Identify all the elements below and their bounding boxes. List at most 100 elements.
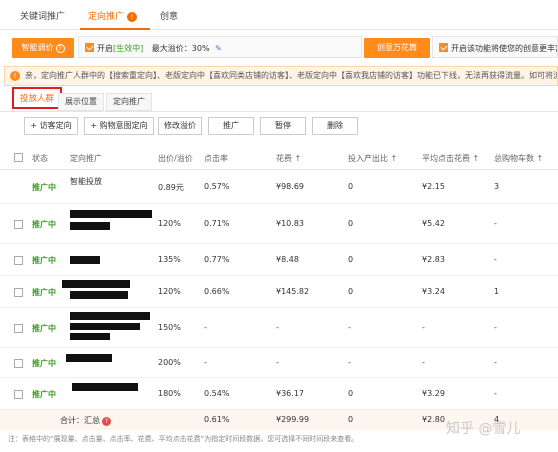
row-roi: -	[348, 323, 351, 332]
row-status: 推广中	[32, 220, 56, 229]
row-checkbox[interactable]	[14, 359, 23, 368]
row-cpc: ¥2.83	[422, 255, 445, 264]
row-status: 推广中	[32, 390, 56, 399]
row-bid[interactable]: 135%	[158, 255, 181, 264]
row-cart: -	[494, 219, 497, 228]
table-row: 推广中 150% - - - - -	[0, 308, 558, 348]
row-checkbox[interactable]	[14, 288, 23, 297]
subtab-audience[interactable]: 投放人群	[12, 87, 63, 109]
row-cpc: ¥3.24	[422, 287, 445, 296]
redacted-block	[70, 210, 152, 218]
row-checkbox[interactable]	[14, 324, 23, 333]
table-row: 推广中 120% 0.71% ¥10.83 0 ¥5.42 -	[0, 204, 558, 244]
redacted-block	[70, 333, 110, 340]
subtab-targeting[interactable]: 定向推广	[106, 93, 152, 111]
enable-checkbox[interactable]	[85, 43, 94, 52]
active-tab-underline	[80, 28, 150, 30]
header-cpc[interactable]: 平均点击花费 ↑	[422, 153, 479, 164]
row-ctr: 0.66%	[204, 287, 230, 296]
row-cost: -	[276, 358, 279, 367]
table-row: 推广中 智能投放 0.89元 0.57% ¥98.69 0 ¥2.15 3	[0, 170, 558, 204]
tab-keyword-promotion[interactable]: 关键词推广	[20, 9, 65, 22]
row-name[interactable]: 智能投放	[70, 176, 102, 187]
row-ctr: 0.71%	[204, 219, 230, 228]
header-cart[interactable]: 总购物车数 ↑	[494, 153, 543, 164]
subtab-placement[interactable]: 展示位置	[58, 93, 104, 111]
row-cpc: -	[422, 358, 425, 367]
watermark: 知乎 @雪儿	[446, 421, 521, 437]
add-intent-targeting-button[interactable]: + 购物意图定向	[84, 117, 154, 135]
row-cart: 3	[494, 182, 500, 191]
redacted-block	[70, 222, 110, 230]
row-ctr: -	[204, 358, 207, 367]
row-bid[interactable]: 200%	[158, 358, 181, 367]
table-header: 状态 定向推广 出价/溢价 点击率 花费 ↑ 投入产出比 ↑ 平均点击花费 ↑ …	[0, 146, 558, 170]
row-ctr: 0.54%	[204, 389, 230, 398]
add-visitor-targeting-button[interactable]: + 访客定向	[24, 117, 78, 135]
row-cost: ¥98.69	[276, 182, 304, 191]
pause-button[interactable]: 暂停	[260, 117, 306, 135]
row-bid[interactable]: 180%	[158, 389, 181, 398]
info-icon[interactable]: !	[127, 12, 138, 22]
row-ctr: 0.77%	[204, 255, 230, 264]
notice-banner: ! 亲，定向推广人群中的【搜索重定向】、老版定向中【喜欢同类店铺的访客】、老版定…	[4, 66, 558, 86]
row-checkbox[interactable]	[14, 256, 23, 265]
row-roi: -	[348, 358, 351, 367]
warning-icon: !	[10, 71, 20, 81]
row-roi: 0	[348, 219, 354, 228]
row-bid[interactable]: 150%	[158, 323, 181, 332]
delete-button[interactable]: 删除	[312, 117, 358, 135]
smart-price-panel: 开启[生效中] 最大溢价：30% ✎	[78, 36, 362, 58]
row-cpc: ¥5.42	[422, 219, 445, 228]
row-status: 推广中	[32, 324, 56, 333]
tab-targeted-promotion[interactable]: 定向推广!	[88, 9, 138, 22]
modify-premium-button[interactable]: 修改溢价	[158, 117, 202, 135]
row-roi: 0	[348, 255, 354, 264]
summary-ctr: 0.61%	[204, 415, 230, 424]
header-cost[interactable]: 花费 ↑	[276, 153, 301, 164]
row-status: 推广中	[32, 183, 56, 192]
row-cost: ¥36.17	[276, 389, 304, 398]
select-all-checkbox[interactable]	[14, 153, 23, 162]
smart-price-button[interactable]: 智能调价?	[12, 38, 74, 58]
row-bid[interactable]: 0.89元	[158, 182, 184, 193]
tab-creative[interactable]: 创意	[160, 9, 178, 22]
summary-label-text: 合计：汇总	[60, 416, 100, 425]
row-cpc: ¥3.29	[422, 389, 445, 398]
redacted-block	[72, 383, 138, 391]
row-bid[interactable]: 120%	[158, 219, 181, 228]
promote-button[interactable]: 推广	[208, 117, 254, 135]
row-ctr: 0.57%	[204, 182, 230, 191]
header-ctr[interactable]: 点击率	[204, 153, 228, 164]
header-roi[interactable]: 投入产出比 ↑	[348, 153, 397, 164]
row-cpc: -	[422, 323, 425, 332]
row-checkbox[interactable]	[14, 220, 23, 229]
edit-pencil-icon[interactable]: ✎	[215, 44, 222, 53]
summary-cpc: ¥2.80	[422, 415, 445, 424]
row-status: 推广中	[32, 288, 56, 297]
table-row: 推广中 120% 0.66% ¥145.82 0 ¥3.24 1	[0, 276, 558, 308]
creative-panel: 开启该功能将使您的创意更丰富	[432, 36, 558, 58]
row-roi: 0	[348, 182, 354, 191]
row-cost: ¥145.82	[276, 287, 310, 296]
table-row: 推广中 200% - - - - -	[0, 348, 558, 378]
sub-tabs: 投放人群 展示位置 定向推广	[0, 87, 558, 112]
redacted-block	[70, 291, 128, 299]
row-roi: 0	[348, 287, 354, 296]
row-roi: 0	[348, 389, 354, 398]
help-icon[interactable]: ?	[55, 44, 65, 53]
row-cost: ¥10.83	[276, 219, 304, 228]
smart-price-label: 智能调价	[21, 43, 54, 52]
row-checkbox[interactable]	[14, 390, 23, 399]
row-bid[interactable]: 120%	[158, 287, 181, 296]
notice-text: 亲，定向推广人群中的【搜索重定向】、老版定向中【喜欢同类店铺的访客】、老版定向中…	[25, 71, 558, 80]
row-cart: -	[494, 323, 497, 332]
row-status: 推广中	[32, 359, 56, 368]
enable-creative-checkbox[interactable]	[439, 43, 448, 52]
header-bid[interactable]: 出价/溢价	[158, 153, 193, 164]
effective-status: [生效中]	[113, 44, 144, 53]
creative-kaleidoscope-button[interactable]: 创意万花筒	[364, 38, 430, 58]
help-icon[interactable]: ?	[102, 417, 111, 426]
redacted-block	[70, 312, 150, 320]
tab-targeted-label: 定向推广	[88, 12, 125, 22]
